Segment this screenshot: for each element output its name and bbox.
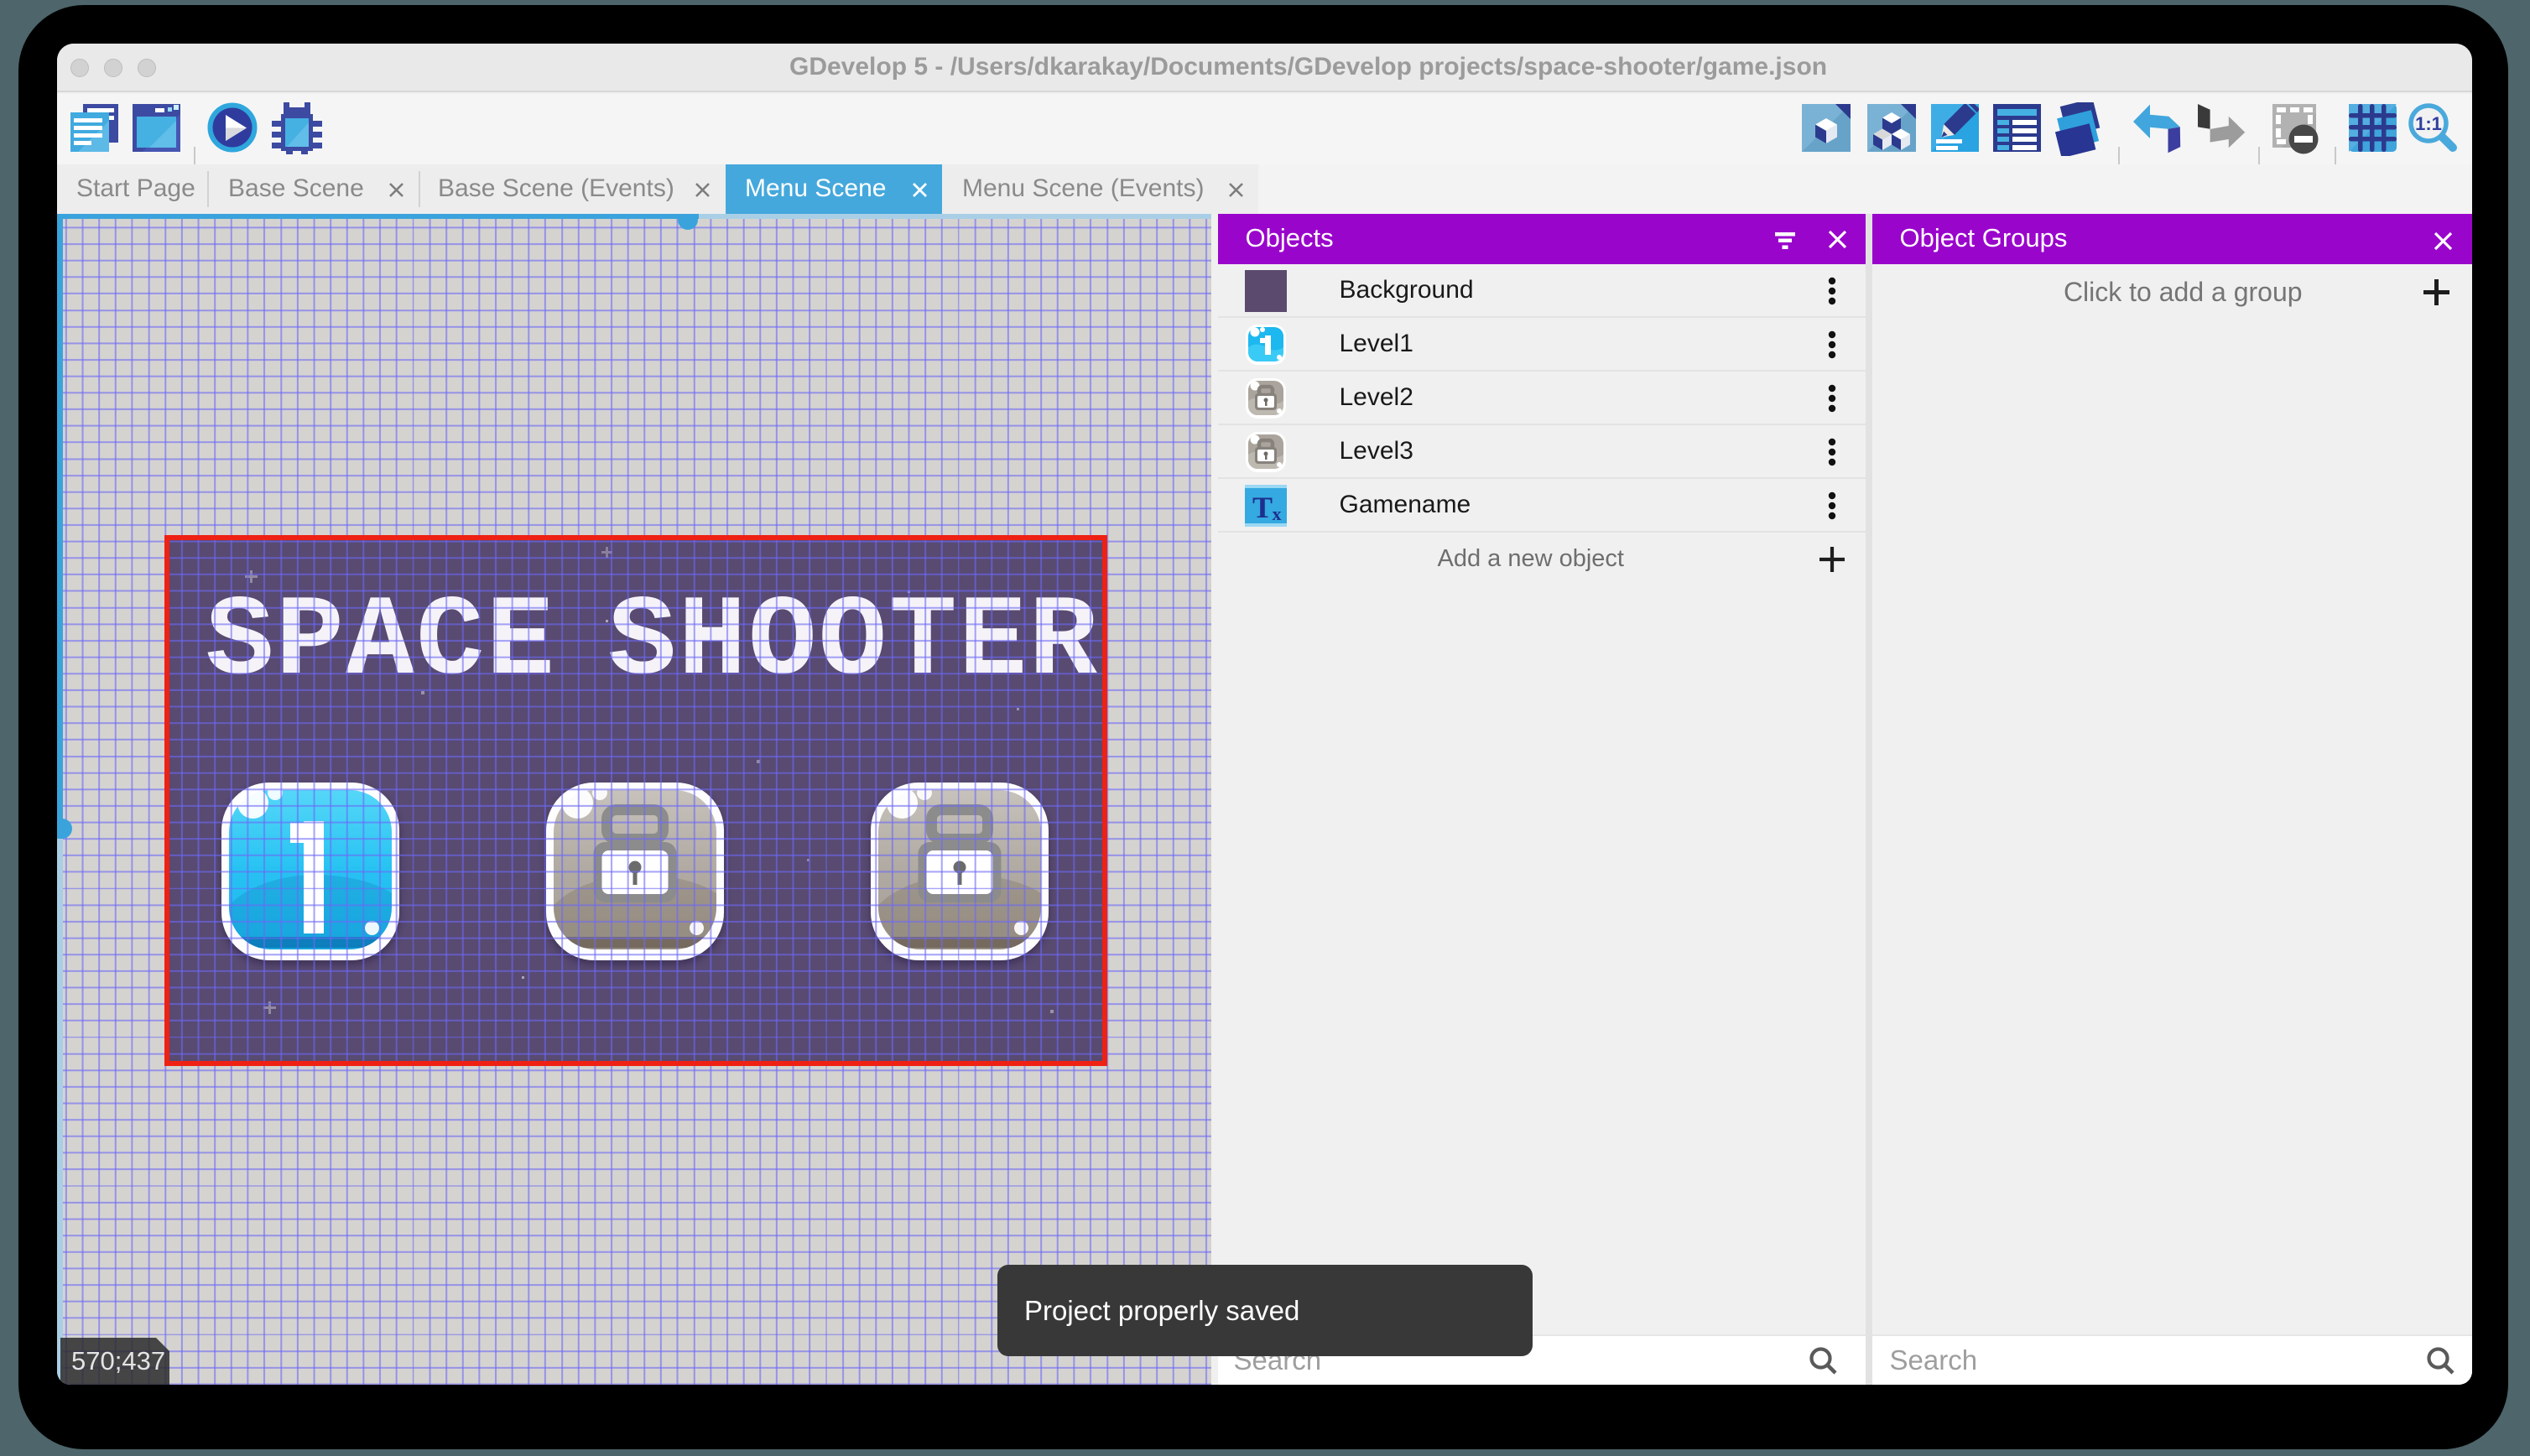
svg-text:1:1: 1:1 (2415, 113, 2442, 134)
svg-text:x: x (1272, 503, 1281, 524)
svg-text:T: T (1252, 491, 1272, 524)
